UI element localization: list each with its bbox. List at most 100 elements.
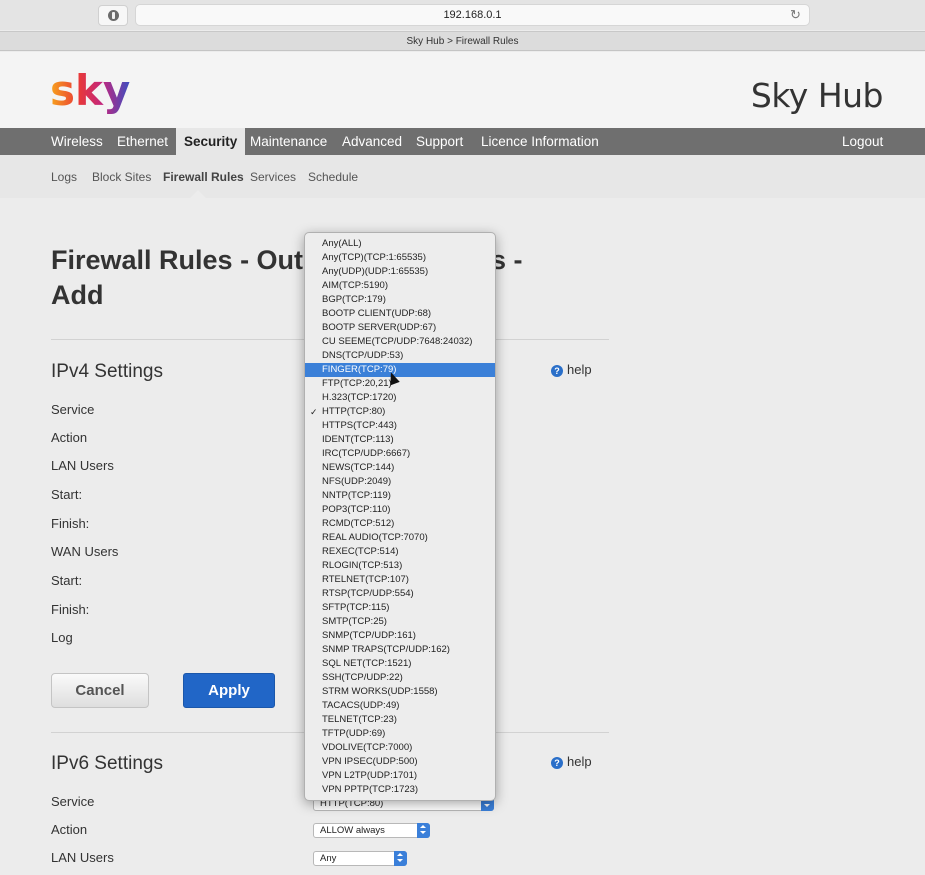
ipv4-action-label: Action xyxy=(51,430,88,445)
ipv6-service-label: Service xyxy=(51,794,95,809)
subnav-firewall-rules[interactable]: Firewall Rules xyxy=(163,170,244,184)
service-option[interactable]: NEWS(TCP:144) xyxy=(305,461,495,475)
service-option[interactable]: RLOGIN(TCP:513) xyxy=(305,559,495,573)
service-option-label: SNMP(TCP/UDP:161) xyxy=(322,630,416,641)
address-bar[interactable]: 192.168.0.1 ↻ xyxy=(135,4,810,26)
service-option-label: CU SEEME(TCP/UDP:7648:24032) xyxy=(322,336,473,347)
service-option[interactable]: BGP(TCP:179) xyxy=(305,293,495,307)
service-option[interactable]: NNTP(TCP:119) xyxy=(305,489,495,503)
reload-icon[interactable]: ↻ xyxy=(790,8,803,21)
service-option[interactable]: VPN L2TP(UDP:1701) xyxy=(305,769,495,783)
nav-security[interactable]: Security xyxy=(176,128,246,155)
service-option-label: VPN IPSEC(UDP:500) xyxy=(322,756,418,767)
service-option[interactable]: RCMD(TCP:512) xyxy=(305,517,495,531)
service-option[interactable]: IRC(TCP/UDP:6667) xyxy=(305,447,495,461)
service-option[interactable]: DNS(TCP/UDP:53) xyxy=(305,349,495,363)
service-option[interactable]: Any(TCP)(TCP:1:65535) xyxy=(305,251,495,265)
service-option[interactable]: STRM WORKS(UDP:1558) xyxy=(305,685,495,699)
service-option[interactable]: TELNET(TCP:23) xyxy=(305,713,495,727)
nav-wireless[interactable]: Wireless xyxy=(51,128,103,155)
nav-maintenance[interactable]: Maintenance xyxy=(250,128,327,155)
apply-button[interactable]: Apply xyxy=(183,673,275,708)
service-option[interactable]: ✓ HTTP(TCP:80) xyxy=(305,405,495,419)
ipv6-action-select[interactable]: ALLOW always xyxy=(313,823,430,838)
service-option[interactable]: VPN PPTP(TCP:1723) xyxy=(305,783,495,797)
service-option-label: NFS(UDP:2049) xyxy=(322,476,392,487)
ipv4-log-label: Log xyxy=(51,630,73,645)
service-option[interactable]: Any(UDP)(UDP:1:65535) xyxy=(305,265,495,279)
service-option[interactable]: SFTP(TCP:115) xyxy=(305,601,495,615)
service-option[interactable]: CU SEEME(TCP/UDP:7648:24032) xyxy=(305,335,495,349)
service-option[interactable]: REXEC(TCP:514) xyxy=(305,545,495,559)
service-option-label: NNTP(TCP:119) xyxy=(322,490,391,501)
service-option-label: RCMD(TCP:512) xyxy=(322,518,395,529)
url-text: 192.168.0.1 xyxy=(443,9,502,21)
ipv6-lan-users-label: LAN Users xyxy=(51,850,114,865)
service-option-label: HTTPS(TCP:443) xyxy=(322,420,397,431)
subnav-logs[interactable]: Logs xyxy=(51,170,77,184)
service-option-label: STRM WORKS(UDP:1558) xyxy=(322,686,438,697)
page-title-left: Firewall Rules - Out xyxy=(51,245,304,275)
nav-support[interactable]: Support xyxy=(416,128,463,155)
service-option-label: RLOGIN(TCP:513) xyxy=(322,560,403,571)
service-option[interactable]: NFS(UDP:2049) xyxy=(305,475,495,489)
sky-logo: sky xyxy=(50,67,130,115)
service-option-label: FTP(TCP:20,21) xyxy=(322,378,392,389)
service-option[interactable]: SNMP TRAPS(TCP/UDP:162) xyxy=(305,643,495,657)
service-option-label: SSH(TCP/UDP:22) xyxy=(322,672,403,683)
ipv4-help-link[interactable]: ? help xyxy=(551,362,592,377)
ipv4-service-dropdown[interactable]: Any(ALL) Any(TCP)(TCP:1:65535) Any(UDP)(UD… xyxy=(304,232,496,801)
service-option[interactable]: VDOLIVE(TCP:7000) xyxy=(305,741,495,755)
service-option[interactable]: VPN IPSEC(UDP:500) xyxy=(305,755,495,769)
logout-link[interactable]: Logout xyxy=(842,128,883,155)
subnav-services[interactable]: Services xyxy=(250,170,296,184)
service-option[interactable]: POP3(TCP:110) xyxy=(305,503,495,517)
service-option-label: VPN L2TP(UDP:1701) xyxy=(322,770,418,781)
service-option[interactable]: SMTP(TCP:25) xyxy=(305,615,495,629)
service-option-label: TELNET(TCP:23) xyxy=(322,714,397,725)
service-option[interactable]: HTTPS(TCP:443) xyxy=(305,419,495,433)
service-option[interactable]: AIM(TCP:5190) xyxy=(305,279,495,293)
service-option[interactable]: BOOTP SERVER(UDP:67) xyxy=(305,321,495,335)
svg-text:sky: sky xyxy=(50,67,130,115)
ipv6-help-link[interactable]: ? help xyxy=(551,754,592,769)
main-nav: Wireless Ethernet Security Maintenance A… xyxy=(0,128,925,155)
service-option[interactable]: SNMP(TCP/UDP:161) xyxy=(305,629,495,643)
cancel-button[interactable]: Cancel xyxy=(51,673,149,708)
checkmark-icon: ✓ xyxy=(310,407,318,417)
subnav-block-sites[interactable]: Block Sites xyxy=(92,170,151,184)
ipv4-service-label: Service xyxy=(51,402,95,417)
help-icon: ? xyxy=(551,365,563,377)
service-option-label: TFTP(UDP:69) xyxy=(322,728,386,739)
subnav-schedule[interactable]: Schedule xyxy=(308,170,358,184)
service-option[interactable]: REAL AUDIO(TCP:7070) xyxy=(305,531,495,545)
tab-title: Sky Hub > Firewall Rules xyxy=(0,31,925,51)
privacy-button[interactable] xyxy=(98,5,128,26)
nav-ethernet[interactable]: Ethernet xyxy=(117,128,168,155)
service-option-label: VDOLIVE(TCP:7000) xyxy=(322,742,413,753)
ipv6-lan-users-select[interactable]: Any xyxy=(313,851,407,866)
service-option[interactable]: FINGER(TCP:79) xyxy=(305,363,495,377)
service-option[interactable]: RTELNET(TCP:107) xyxy=(305,573,495,587)
service-option[interactable]: BOOTP CLIENT(UDP:68) xyxy=(305,307,495,321)
ipv4-lan-users-label: LAN Users xyxy=(51,458,114,473)
service-option[interactable]: IDENT(TCP:113) xyxy=(305,433,495,447)
service-option-label: VPN PPTP(TCP:1723) xyxy=(322,784,419,795)
service-option[interactable]: SQL NET(TCP:1521) xyxy=(305,657,495,671)
nav-advanced[interactable]: Advanced xyxy=(342,128,402,155)
service-option[interactable]: TFTP(UDP:69) xyxy=(305,727,495,741)
service-option[interactable]: FTP(TCP:20,21) xyxy=(305,377,495,391)
service-option-label: TACACS(UDP:49) xyxy=(322,700,400,711)
service-option[interactable]: RTSP(TCP/UDP:554) xyxy=(305,587,495,601)
nav-licence-information[interactable]: Licence Information xyxy=(481,128,599,155)
service-option-label: REXEC(TCP:514) xyxy=(322,546,399,557)
service-option[interactable]: Any(ALL) xyxy=(305,237,495,251)
sub-nav: Logs Block Sites Firewall Rules Services… xyxy=(0,155,925,198)
service-option[interactable]: TACACS(UDP:49) xyxy=(305,699,495,713)
service-option[interactable]: H.323(TCP:1720) xyxy=(305,391,495,405)
service-option-label: BGP(TCP:179) xyxy=(322,294,386,305)
service-option-label: Any(TCP)(TCP:1:65535) xyxy=(322,252,427,263)
service-option-label: SQL NET(TCP:1521) xyxy=(322,658,412,669)
ipv4-wan-finish-label: Finish: xyxy=(51,602,90,617)
service-option[interactable]: SSH(TCP/UDP:22) xyxy=(305,671,495,685)
